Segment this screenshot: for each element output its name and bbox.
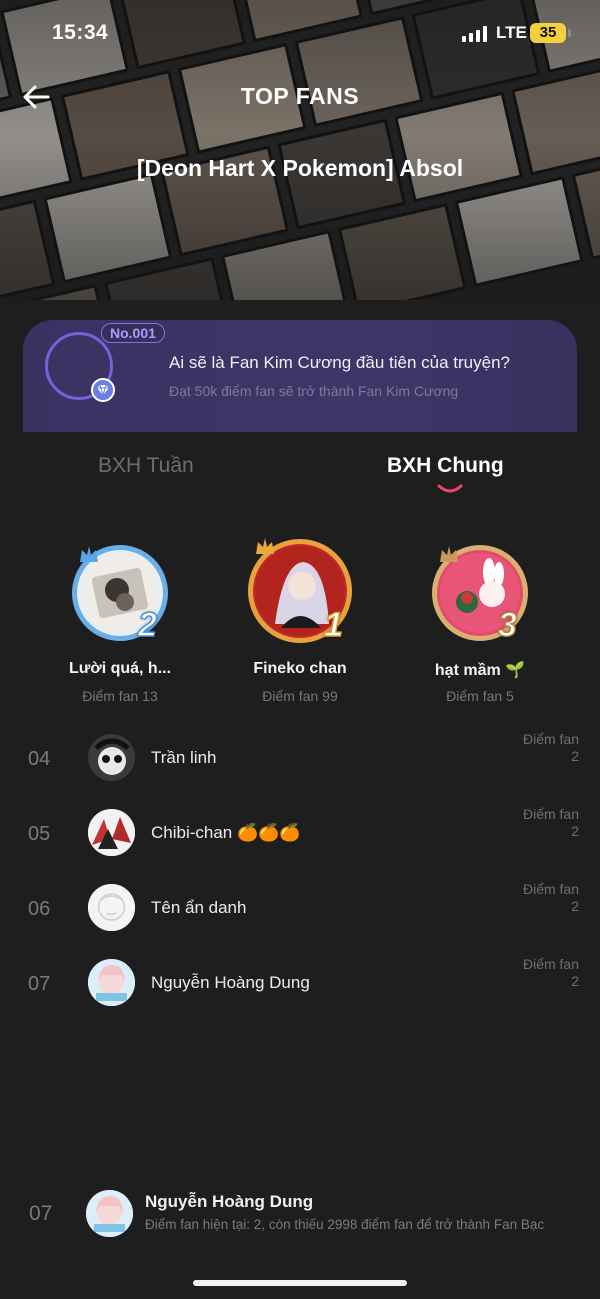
- fan-name: Trần linh: [151, 748, 217, 767]
- points-label: Điểm fan: [522, 731, 579, 747]
- banner-question: Ai sẽ là Fan Kim Cương đầu tiên của truy…: [169, 353, 510, 372]
- points-label: Điểm fan: [522, 806, 579, 822]
- rank-number: 1: [323, 605, 343, 645]
- fan-points: Điểm fan 99: [262, 688, 338, 704]
- diamond-icon: [91, 378, 115, 402]
- anonymous-avatar-icon: [88, 884, 135, 931]
- fan-points: Điểm fan 5: [446, 688, 514, 704]
- tab-weekly-ranking[interactable]: BXH Tuần: [98, 454, 194, 478]
- status-time: 15:34: [52, 21, 109, 44]
- podium-rank-3[interactable]: 3 hạt mầm 🌱 Điểm fan 5: [390, 540, 570, 710]
- fan-name: Fineko chan: [253, 660, 347, 677]
- my-avatar: [86, 1190, 133, 1237]
- book-title: [Deon Hart X Pokemon] Absol: [136, 155, 464, 181]
- network-type: LTE: [496, 23, 527, 42]
- avatar: [88, 809, 135, 856]
- points-label: Điểm fan: [522, 881, 579, 897]
- podium-rank-2[interactable]: 2 Lười quá, h... Điểm fan 13: [30, 540, 210, 710]
- banner-subtitle: Đạt 50k điểm fan sẽ trở thành Fan Kim Cư…: [169, 383, 459, 399]
- gold-crown-icon: [256, 538, 274, 554]
- tab-overall-ranking[interactable]: BXH Chung: [387, 454, 504, 478]
- points-value: 2: [571, 823, 579, 839]
- points-value: 2: [571, 973, 579, 989]
- fan-name: Lười quá, h...: [68, 660, 172, 677]
- status-bar: 15:34 LTE 35: [0, 0, 600, 66]
- points-value: 2: [571, 748, 579, 764]
- my-rank-number: 07: [29, 1202, 53, 1225]
- my-progress-text: Điểm fan hiện tại: 2, còn thiếu 2998 điể…: [145, 1217, 545, 1232]
- list-item[interactable]: 04 Trần linh Điểm fan 2: [0, 731, 600, 804]
- signal-icon: [462, 26, 488, 42]
- fan-name: hạt mầm 🌱: [434, 662, 526, 679]
- silver-crown-icon: [80, 546, 98, 562]
- list-item[interactable]: 05 Chibi-chan 🍊🍊🍊 Điểm fan 2: [0, 806, 600, 879]
- list-item[interactable]: 06 Tên ẩn danh Điểm fan 2: [0, 881, 600, 954]
- rank-number: 3: [497, 605, 517, 645]
- battery-icon: 35: [530, 23, 566, 43]
- my-rank-bar[interactable]: 07 Nguyễn Hoàng Dung Điểm fan hiện tại: …: [0, 1188, 600, 1248]
- fan-name: Tên ẩn danh: [151, 898, 247, 917]
- diamond-fan-banner[interactable]: No.001 Ai sẽ là Fan Kim Cương đầu tiên c…: [23, 320, 577, 432]
- home-indicator[interactable]: [193, 1280, 407, 1286]
- rank-number: 06: [28, 898, 51, 920]
- active-tab-indicator: [437, 484, 463, 493]
- avatar: [88, 959, 135, 1006]
- fan-name: Chibi-chan 🍊🍊🍊: [151, 823, 301, 842]
- rank-number: 04: [28, 748, 51, 770]
- fan-points: Điểm fan 13: [82, 688, 158, 704]
- fan-name: Nguyễn Hoàng Dung: [151, 973, 310, 992]
- bronze-crown-icon: [440, 546, 458, 562]
- my-name: Nguyễn Hoàng Dung: [145, 1192, 314, 1211]
- list-item[interactable]: 07 Nguyễn Hoàng Dung Điểm fan 2: [0, 956, 600, 1029]
- page-title: TOP FANS: [240, 83, 360, 109]
- rank-number: 05: [28, 823, 51, 845]
- rank-badge: No.001: [101, 323, 165, 343]
- points-label: Điểm fan: [522, 956, 579, 972]
- rank-number: 2: [137, 605, 157, 645]
- podium-rank-1[interactable]: 1 Fineko chan Điểm fan 99: [210, 534, 390, 710]
- avatar: [88, 734, 135, 781]
- rank-number: 07: [28, 973, 51, 995]
- points-value: 2: [571, 898, 579, 914]
